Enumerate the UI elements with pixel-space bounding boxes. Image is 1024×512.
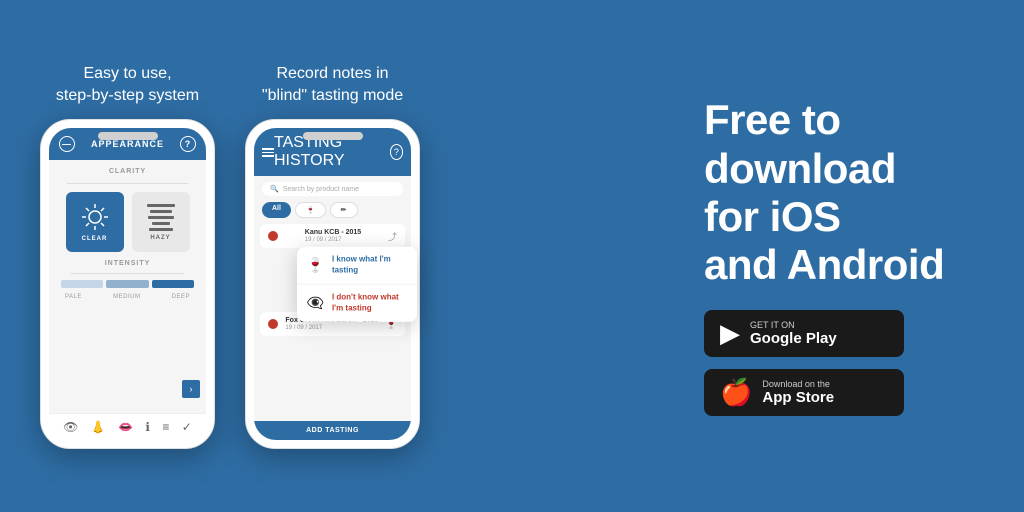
list-icon[interactable]: ≡ bbox=[162, 420, 169, 434]
deep-label: DEEP bbox=[172, 294, 190, 300]
google-play-icon: ▶ bbox=[720, 318, 740, 349]
right-section: Free todownloadfor iOSand Android ▶ GET … bbox=[704, 96, 984, 415]
tasting-date-1: 19 / 09 / 2017 bbox=[305, 237, 361, 243]
tasting-history-screen: TASTING HISTORY ? 🔍 Search by product na… bbox=[254, 128, 411, 440]
main-headline: Free todownloadfor iOSand Android bbox=[704, 96, 944, 289]
medium-label: MEDIUM bbox=[113, 294, 140, 300]
tasting-date-2: 19 / 09 / 2017 bbox=[285, 325, 378, 331]
app-store-name: App Store bbox=[762, 389, 834, 406]
app-store-button[interactable]: 🍎 Download on the App Store bbox=[704, 369, 904, 416]
clarity-options: CLEAR HAZY bbox=[57, 192, 198, 252]
appearance-title: APPEARANCE bbox=[91, 139, 164, 149]
medium-bar[interactable] bbox=[106, 280, 148, 288]
deep-bar[interactable] bbox=[152, 280, 194, 288]
phone2-group: Record notes in"blind" tasting mode TAST… bbox=[245, 63, 420, 450]
appearance-screen: — APPEARANCE ? CLARITY bbox=[49, 128, 206, 440]
eye-icon[interactable]: 👁 bbox=[63, 420, 78, 434]
next-button[interactable]: › bbox=[182, 380, 200, 398]
pale-bar[interactable] bbox=[61, 280, 103, 288]
tasting-item-1[interactable]: Kanu KCB - 2015 19 / 09 / 2017 ⤴ bbox=[260, 224, 405, 248]
hazy-label: HAZY bbox=[150, 235, 170, 241]
phone1-notch bbox=[98, 132, 158, 140]
filter-edit[interactable]: ✏ bbox=[330, 202, 358, 218]
search-placeholder: Search by product name bbox=[283, 186, 359, 193]
popup-item-known[interactable]: 🍷 I know what I'm tasting bbox=[297, 247, 412, 285]
phones-section: Easy to use,step-by-step system — APPEAR… bbox=[40, 63, 420, 450]
filter-tabs: All 🍷 ✏ bbox=[262, 202, 403, 218]
wine-glass-icon: 🍷 bbox=[307, 257, 324, 274]
intensity-divider bbox=[71, 273, 184, 274]
phone1-screen: — APPEARANCE ? CLARITY bbox=[49, 128, 206, 440]
app-store-sub: Download on the bbox=[762, 379, 834, 389]
phone1: — APPEARANCE ? CLARITY bbox=[40, 119, 215, 449]
intensity-section: INTENSITY PALE MEDIUM DEEP bbox=[57, 260, 198, 300]
store-buttons: ▶ GET IT ON Google Play 🍎 Download on th… bbox=[704, 310, 904, 416]
nose-icon[interactable]: 👃 bbox=[91, 420, 106, 434]
hazy-option[interactable]: HAZY bbox=[132, 192, 190, 252]
search-bar[interactable]: 🔍 Search by product name bbox=[262, 182, 403, 196]
filter-all[interactable]: All bbox=[262, 202, 291, 218]
app-footer: 👁 👃 👄 ℹ ≡ ✓ bbox=[49, 413, 206, 440]
phone1-caption: Easy to use,step-by-step system bbox=[56, 63, 199, 108]
google-play-name: Google Play bbox=[750, 330, 837, 347]
clear-option[interactable]: CLEAR bbox=[66, 192, 124, 252]
phone2: TASTING HISTORY ? 🔍 Search by product na… bbox=[245, 119, 420, 449]
info-icon[interactable]: ℹ bbox=[145, 420, 150, 434]
google-play-sub: GET IT ON bbox=[750, 320, 837, 330]
app-store-text: Download on the App Store bbox=[762, 379, 834, 406]
pale-label: PALE bbox=[65, 294, 82, 300]
popup-item-blind[interactable]: 👁️‍🗨️ I don't know what I'm tasting bbox=[297, 285, 412, 322]
tasting-help-icon[interactable]: ? bbox=[390, 144, 403, 160]
blind-icon: 👁️‍🗨️ bbox=[307, 295, 324, 312]
apple-icon: 🍎 bbox=[720, 377, 752, 408]
tasting-dot-2 bbox=[268, 319, 278, 329]
clear-label: CLEAR bbox=[82, 236, 108, 242]
google-play-button[interactable]: ▶ GET IT ON Google Play bbox=[704, 310, 904, 357]
intensity-label: INTENSITY bbox=[61, 260, 194, 267]
sun-icon bbox=[80, 202, 110, 232]
share-icon-1[interactable]: ⤴ bbox=[388, 230, 397, 243]
blind-tasting-popup: 🍷 I know what I'm tasting 👁️‍🗨️ I don't … bbox=[297, 247, 412, 322]
tasting-list: Kanu KCB - 2015 19 / 09 / 2017 ⤴ 🍷 I kno… bbox=[254, 224, 411, 421]
check-icon[interactable]: ✓ bbox=[182, 420, 192, 434]
clarity-divider bbox=[67, 183, 188, 184]
tasting-info-1: Kanu KCB - 2015 19 / 09 / 2017 bbox=[305, 229, 361, 243]
phone2-screen: TASTING HISTORY ? 🔍 Search by product na… bbox=[254, 128, 411, 440]
phone2-notch bbox=[303, 132, 363, 140]
popup-known-text: I know what I'm tasting bbox=[332, 255, 407, 276]
tasting-name-1: Kanu KCB - 2015 bbox=[305, 229, 361, 236]
intensity-labels: PALE MEDIUM DEEP bbox=[61, 294, 194, 300]
clarity-label: CLARITY bbox=[57, 168, 198, 175]
filter-wine[interactable]: 🍷 bbox=[295, 202, 326, 218]
back-icon[interactable]: — bbox=[59, 136, 75, 152]
search-icon: 🔍 bbox=[270, 185, 279, 193]
menu-icon[interactable] bbox=[262, 148, 274, 157]
help-icon[interactable]: ? bbox=[180, 136, 196, 152]
mouth-icon[interactable]: 👄 bbox=[118, 420, 133, 434]
intensity-bars bbox=[61, 280, 194, 288]
tasting-dot-1 bbox=[268, 231, 278, 241]
phone2-caption: Record notes in"blind" tasting mode bbox=[262, 63, 403, 108]
add-tasting-button[interactable]: ADD TASTING bbox=[254, 421, 411, 440]
google-play-text: GET IT ON Google Play bbox=[750, 320, 837, 347]
phone1-group: Easy to use,step-by-step system — APPEAR… bbox=[40, 63, 215, 450]
appearance-content: CLARITY bbox=[49, 160, 206, 413]
hazy-icon bbox=[147, 204, 175, 231]
popup-blind-text: I don't know what I'm tasting bbox=[332, 293, 407, 314]
